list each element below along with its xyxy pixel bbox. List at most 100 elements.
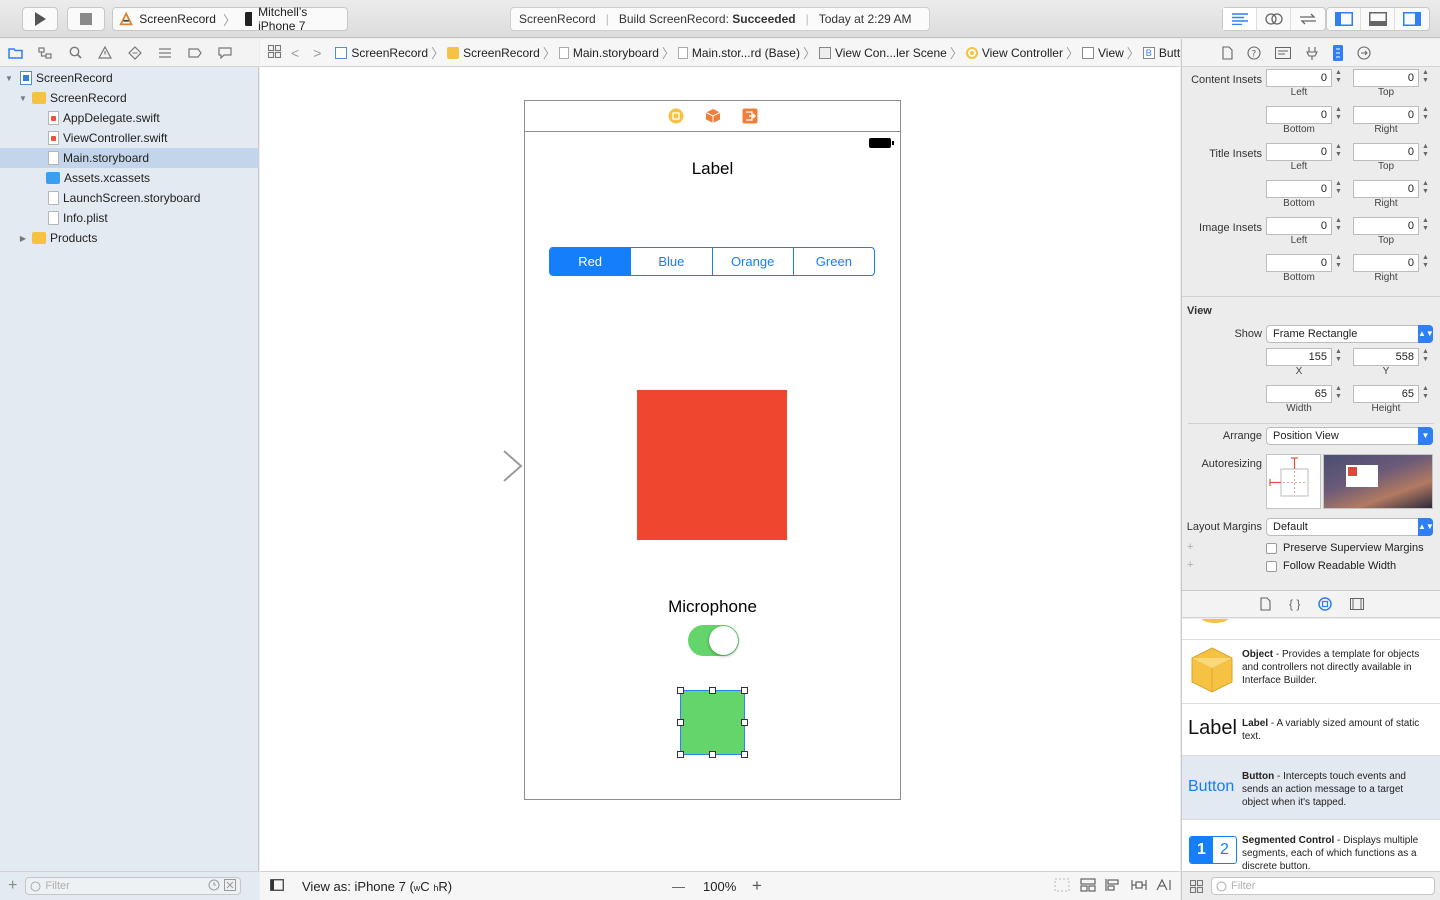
- stepper-icon[interactable]: ▲ ▼: [1334, 254, 1343, 272]
- tree-row-file-selected[interactable]: Main.storyboard: [0, 148, 259, 168]
- tree-row-file[interactable]: LaunchScreen.storyboard: [0, 188, 259, 208]
- content-inset-bottom-field[interactable]: 0: [1266, 106, 1332, 124]
- code-snippet-icon[interactable]: { }: [1289, 597, 1300, 611]
- source-control-tab[interactable]: [30, 46, 60, 59]
- stepper-icon[interactable]: ▲ ▼: [1334, 69, 1343, 87]
- image-inset-left-field[interactable]: 0: [1266, 217, 1332, 235]
- navigator-filter-field[interactable]: Filter: [25, 877, 242, 895]
- resolve-issues-icon[interactable]: [1156, 878, 1174, 895]
- library-item-object[interactable]: Object - Provides a template for objects…: [1182, 639, 1440, 703]
- library-filter-field[interactable]: Filter: [1211, 877, 1435, 895]
- attributes-inspector-icon[interactable]: [1305, 46, 1319, 60]
- find-navigator-tab[interactable]: [60, 46, 90, 59]
- embed-in-stack-icon[interactable]: [1080, 877, 1096, 895]
- disclosure-closed-icon[interactable]: ▶: [18, 234, 28, 243]
- segment-orange[interactable]: Orange: [711, 248, 793, 275]
- record-button[interactable]: [680, 690, 745, 755]
- standard-editor-button[interactable]: [1223, 8, 1257, 30]
- preserve-superview-margins-checkbox[interactable]: [1266, 543, 1277, 554]
- add-icon[interactable]: +: [8, 877, 17, 895]
- color-preview-view[interactable]: [637, 390, 787, 540]
- file-template-icon[interactable]: [1260, 597, 1271, 611]
- view-as-device-button[interactable]: View as: iPhone 7 (wC hR): [302, 879, 452, 894]
- stepper-icon[interactable]: ▲ ▼: [1334, 106, 1343, 124]
- breadcrumb-base[interactable]: Main.stor...rd (Base): [677, 46, 802, 60]
- related-items-icon[interactable]: [267, 44, 282, 61]
- identity-inspector-icon[interactable]: [1275, 46, 1291, 59]
- align-icon[interactable]: [1105, 878, 1121, 895]
- toggle-utilities-button[interactable]: [1395, 8, 1429, 30]
- document-outline-toggle-icon[interactable]: [270, 878, 284, 894]
- content-inset-right-field[interactable]: 0: [1353, 106, 1419, 124]
- title-inset-right-field[interactable]: 0: [1353, 180, 1419, 198]
- scheme-selector[interactable]: ScreenRecord 〉 Mitchell’s iPhone 7: [112, 5, 348, 33]
- resize-handle[interactable]: [677, 751, 684, 758]
- show-popup[interactable]: Frame Rectangle ▲▼: [1266, 325, 1434, 343]
- resize-handle[interactable]: [741, 751, 748, 758]
- microphone-switch[interactable]: [688, 625, 739, 656]
- help-icon[interactable]: ?: [1247, 45, 1261, 60]
- content-inset-top-field[interactable]: 0: [1353, 69, 1419, 87]
- debug-navigator-tab[interactable]: [150, 47, 180, 59]
- media-library-icon[interactable]: [1350, 598, 1365, 610]
- forward-arrow-icon[interactable]: >: [313, 45, 321, 61]
- tree-row-file[interactable]: AppDelegate.swift: [0, 108, 259, 128]
- object-library-icon[interactable]: [1318, 597, 1333, 611]
- pin-icon[interactable]: [1131, 878, 1147, 895]
- frame-y-field[interactable]: 558: [1353, 348, 1419, 366]
- stepper-icon[interactable]: ▲ ▼: [1421, 385, 1430, 403]
- title-inset-left-field[interactable]: 0: [1266, 143, 1332, 161]
- grid-view-icon[interactable]: [1190, 879, 1203, 893]
- tree-row-file[interactable]: Info.plist: [0, 208, 259, 228]
- first-responder-cube-icon[interactable]: [705, 108, 721, 124]
- library-item-button[interactable]: Button Button - Intercepts touch events …: [1182, 755, 1440, 819]
- title-inset-top-field[interactable]: 0: [1353, 143, 1419, 161]
- frame-x-field[interactable]: 155: [1266, 348, 1332, 366]
- stepper-icon[interactable]: ▲ ▼: [1421, 348, 1430, 366]
- content-inset-left-field[interactable]: 0: [1266, 69, 1332, 87]
- toggle-navigator-button[interactable]: [1327, 8, 1361, 30]
- follow-readable-width-checkbox[interactable]: [1266, 561, 1277, 572]
- issue-navigator-tab[interactable]: [90, 46, 120, 59]
- assistant-editor-button[interactable]: [1257, 8, 1291, 30]
- stepper-icon[interactable]: ▲ ▼: [1421, 217, 1430, 235]
- image-inset-bottom-field[interactable]: 0: [1266, 254, 1332, 272]
- stop-button[interactable]: [67, 7, 105, 31]
- resize-handle[interactable]: [677, 687, 684, 694]
- image-inset-top-field[interactable]: 0: [1353, 217, 1419, 235]
- title-label[interactable]: Label: [525, 159, 900, 179]
- stepper-icon[interactable]: ▲ ▼: [1334, 217, 1343, 235]
- stepper-icon[interactable]: ▲ ▼: [1334, 143, 1343, 161]
- image-inset-right-field[interactable]: 0: [1353, 254, 1419, 272]
- segment-blue[interactable]: Blue: [630, 248, 711, 275]
- tree-row-project[interactable]: ▼ ScreenRecord: [0, 68, 259, 88]
- segment-red[interactable]: Red: [550, 248, 631, 275]
- resize-handle[interactable]: [741, 687, 748, 694]
- breadcrumb-view-controller[interactable]: View Controller: [965, 46, 1065, 60]
- layout-margins-popup[interactable]: Default ▲▼: [1266, 518, 1434, 536]
- add-variation-button[interactable]: +: [1187, 541, 1193, 553]
- title-inset-bottom-field[interactable]: 0: [1266, 180, 1332, 198]
- stepper-icon[interactable]: ▲ ▼: [1334, 348, 1343, 366]
- breadcrumb-file[interactable]: Main.storyboard: [558, 46, 661, 60]
- run-button[interactable]: [22, 7, 58, 31]
- breakpoint-navigator-tab[interactable]: [180, 47, 210, 58]
- exit-icon[interactable]: [742, 108, 758, 124]
- scm-filter-icon[interactable]: [224, 878, 237, 894]
- clock-icon[interactable]: [208, 879, 220, 894]
- tree-row-file[interactable]: Assets.xcassets: [0, 168, 259, 188]
- library-item-label[interactable]: Label Label - A variably sized amount of…: [1182, 703, 1440, 755]
- disclosure-open-icon[interactable]: ▼: [18, 94, 28, 103]
- back-arrow-icon[interactable]: <: [291, 45, 299, 61]
- test-navigator-tab[interactable]: [120, 45, 150, 60]
- size-inspector-icon[interactable]: [1333, 44, 1343, 61]
- update-frames-icon[interactable]: [1054, 878, 1070, 895]
- zoom-in-button[interactable]: +: [752, 876, 762, 896]
- connections-inspector-icon[interactable]: [1357, 45, 1371, 60]
- library-item-segmented-control[interactable]: 1 2 Segmented Control - Displays multipl…: [1182, 819, 1440, 871]
- disclosure-open-icon[interactable]: ▼: [4, 74, 14, 83]
- add-variation-button[interactable]: +: [1187, 559, 1193, 571]
- frame-width-field[interactable]: 65: [1266, 385, 1332, 403]
- frame-height-field[interactable]: 65: [1353, 385, 1419, 403]
- autoresizing-mask-control[interactable]: [1266, 454, 1321, 509]
